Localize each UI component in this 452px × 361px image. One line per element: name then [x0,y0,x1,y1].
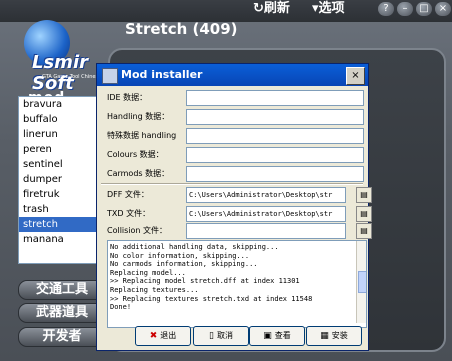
ide-label: IDE 数据： [107,93,148,102]
vehicle-list-item[interactable]: firetruk [19,187,101,202]
dialog-titlebar: Mod installer × [97,64,368,86]
vehicle-list-item[interactable]: manana [19,232,101,247]
nav-vehicles-button[interactable]: 交通工具 [18,280,106,300]
vehicle-list-item[interactable]: trash [19,202,101,217]
refresh-link[interactable]: ↻刷新 [253,0,290,18]
collision-row: Collision 文件： ▤ [107,223,372,239]
section-divider [101,183,363,185]
log-line: No color information, skipping... [110,251,250,260]
colours-input[interactable] [186,147,364,163]
log-line: >> Replacing model stretch.dff at index … [110,277,300,286]
vehicle-list[interactable]: bravura buffalo linerun peren sentinel dumper… [18,96,102,264]
options-link[interactable]: ▾选项 [312,0,345,18]
cancel-button[interactable]: ▯ 取消 [193,326,249,346]
dff-label: DFF 文件： [107,190,149,199]
handling-input[interactable] [186,109,364,125]
handling-row: Handling 数据： [107,109,364,125]
dialog-close-button[interactable]: × [346,67,365,85]
special-handling-input[interactable] [186,128,364,144]
dff-row: DFF 文件： C:\Users\Administrator\Desktop\s… [107,187,372,203]
collision-browse-button[interactable]: ▤ [356,223,372,239]
install-icon: ▦ [320,331,329,341]
install-button[interactable]: ▦ 安装 [306,326,362,346]
minimize-button[interactable]: – [397,2,413,16]
log-line: >> Replacing textures stretch.txd at ind… [110,294,313,303]
dff-browse-button[interactable]: ▤ [356,187,372,203]
log-line: Replacing textures... [110,285,199,294]
maximize-button[interactable]: □ [416,2,432,16]
vehicle-title: Stretch (409) [125,20,238,38]
close-icon: ✖ [149,331,158,341]
dff-input[interactable]: C:\Users\Administrator\Desktop\str [186,187,346,203]
vehicle-list-item[interactable]: buffalo [19,112,101,127]
help-button[interactable]: ? [378,2,394,16]
special-handling-label: 特殊数据 handling [107,131,177,140]
log-line: Replacing model... [110,268,186,277]
exit-button[interactable]: ✖ 退出 [135,326,191,346]
carmods-row: Carmods 数据： [107,166,364,182]
mod-installer-dialog: Mod installer × IDE 数据： Handling 数据： 特殊数… [96,63,372,351]
save-icon: ▣ [263,331,272,341]
log-scroll-thumb[interactable] [358,271,366,293]
app-icon [102,68,118,84]
txd-label: TXD 文件： [107,209,151,218]
carmods-input[interactable] [186,166,364,182]
vehicle-list-item[interactable]: bravura [19,97,101,112]
txd-browse-button[interactable]: ▤ [356,206,372,222]
txd-input[interactable]: C:\Users\Administrator\Desktop\str [186,206,346,222]
log-line: Done! [110,303,132,312]
vehicle-list-item[interactable]: stretch [19,217,101,232]
log-scrollbar[interactable] [356,241,366,323]
log-line: No carmods information, skipping... [110,260,258,269]
view-button[interactable]: ▣ 查看 [249,326,305,346]
ide-row: IDE 数据： [107,90,364,106]
document-icon: ▯ [209,331,214,341]
special-handling-row: 特殊数据 handling [107,128,364,144]
refresh-icon: ↻ [253,1,264,16]
folder-icon: ▤ [360,226,368,235]
vehicle-list-item[interactable]: peren [19,142,101,157]
dialog-title: Mod installer [121,68,203,81]
colours-row: Colours 数据： [107,147,364,163]
install-log[interactable]: No additional handling data, skipping...… [107,240,367,328]
txd-row: TXD 文件： C:\Users\Administrator\Desktop\s… [107,206,372,222]
folder-icon: ▤ [360,190,368,199]
collision-label: Collision 文件： [107,226,168,235]
handling-label: Handling 数据： [107,112,170,121]
vehicle-list-item[interactable]: dumper [19,172,101,187]
nav-weapons-button[interactable]: 武器道具 [18,303,106,323]
log-line: No additional handling data, skipping... [110,243,279,251]
vehicle-list-item[interactable]: linerun [19,127,101,142]
nav-developer-button[interactable]: 开发者 [18,327,106,347]
collision-input[interactable] [186,223,346,239]
vehicle-list-item[interactable]: sentinel [19,157,101,172]
log-lines: No additional handling data, skipping...… [110,243,364,312]
ide-input[interactable] [186,90,364,106]
close-button[interactable]: × [435,2,451,16]
carmods-label: Carmods 数据： [107,169,170,178]
colours-label: Colours 数据： [107,150,164,159]
folder-icon: ▤ [360,209,368,218]
